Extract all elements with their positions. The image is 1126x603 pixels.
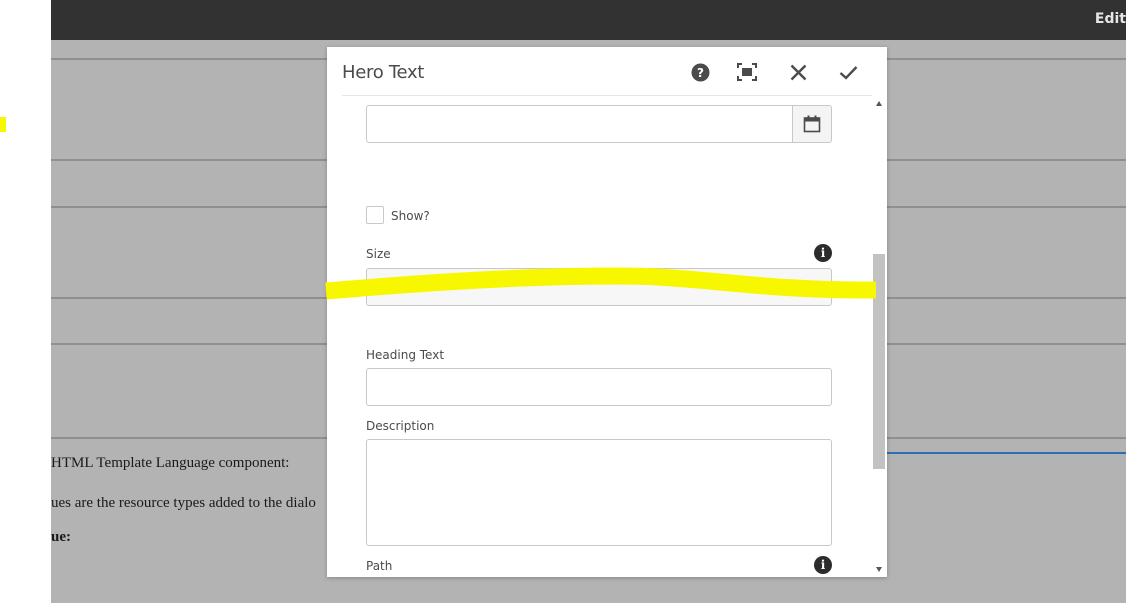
blue-divider [886,452,1126,454]
chevron-down-icon [807,283,817,290]
date-field[interactable] [366,105,832,143]
calendar-icon [803,115,821,133]
dialog-body: Show? Size i small Heading Text Descript… [327,96,872,577]
size-select-value: small [377,281,409,295]
dialog-scrollbar[interactable] [872,96,887,577]
size-label: Size [366,247,391,261]
svg-text:?: ? [697,66,704,80]
description-label: Description [366,419,435,433]
hero-text-dialog: Hero Text ? Show? Size i small Heading T… [327,47,887,577]
dialog-title: Hero Text [342,62,425,83]
info-icon[interactable]: i [814,556,832,574]
show-checkbox[interactable] [366,206,384,224]
screen: Edit HTML Template Language component: u… [0,0,1126,603]
checkmark-icon [839,65,857,80]
path-label: Path [366,559,393,573]
info-icon[interactable]: i [814,244,832,262]
close-icon [790,64,806,80]
scroll-down-arrow[interactable] [876,567,882,572]
left-margin [0,0,51,603]
close-button[interactable] [785,59,811,85]
doc-text-line: ues are the resource types added to the … [51,495,316,511]
doc-text-line: HTML Template Language component: [51,455,290,471]
doc-text-line: ue: [51,529,71,545]
edit-link[interactable]: Edit [1095,11,1126,27]
calendar-button[interactable] [792,106,831,142]
fullscreen-icon [737,63,757,81]
top-bar: Edit [51,0,1126,40]
heading-text-label: Heading Text [366,348,445,362]
show-checkbox-label: Show? [391,209,430,223]
confirm-button[interactable] [835,59,861,85]
scroll-thumb[interactable] [873,254,885,469]
highlight-mark [0,117,6,132]
dialog-header: Hero Text ? [327,47,887,96]
help-icon: ? [691,63,709,81]
heading-text-input[interactable] [366,368,832,406]
size-select[interactable]: small [366,268,832,306]
fullscreen-button[interactable] [734,59,760,85]
scroll-up-arrow[interactable] [876,101,882,106]
help-button[interactable]: ? [687,59,713,85]
description-textarea[interactable] [366,439,832,546]
